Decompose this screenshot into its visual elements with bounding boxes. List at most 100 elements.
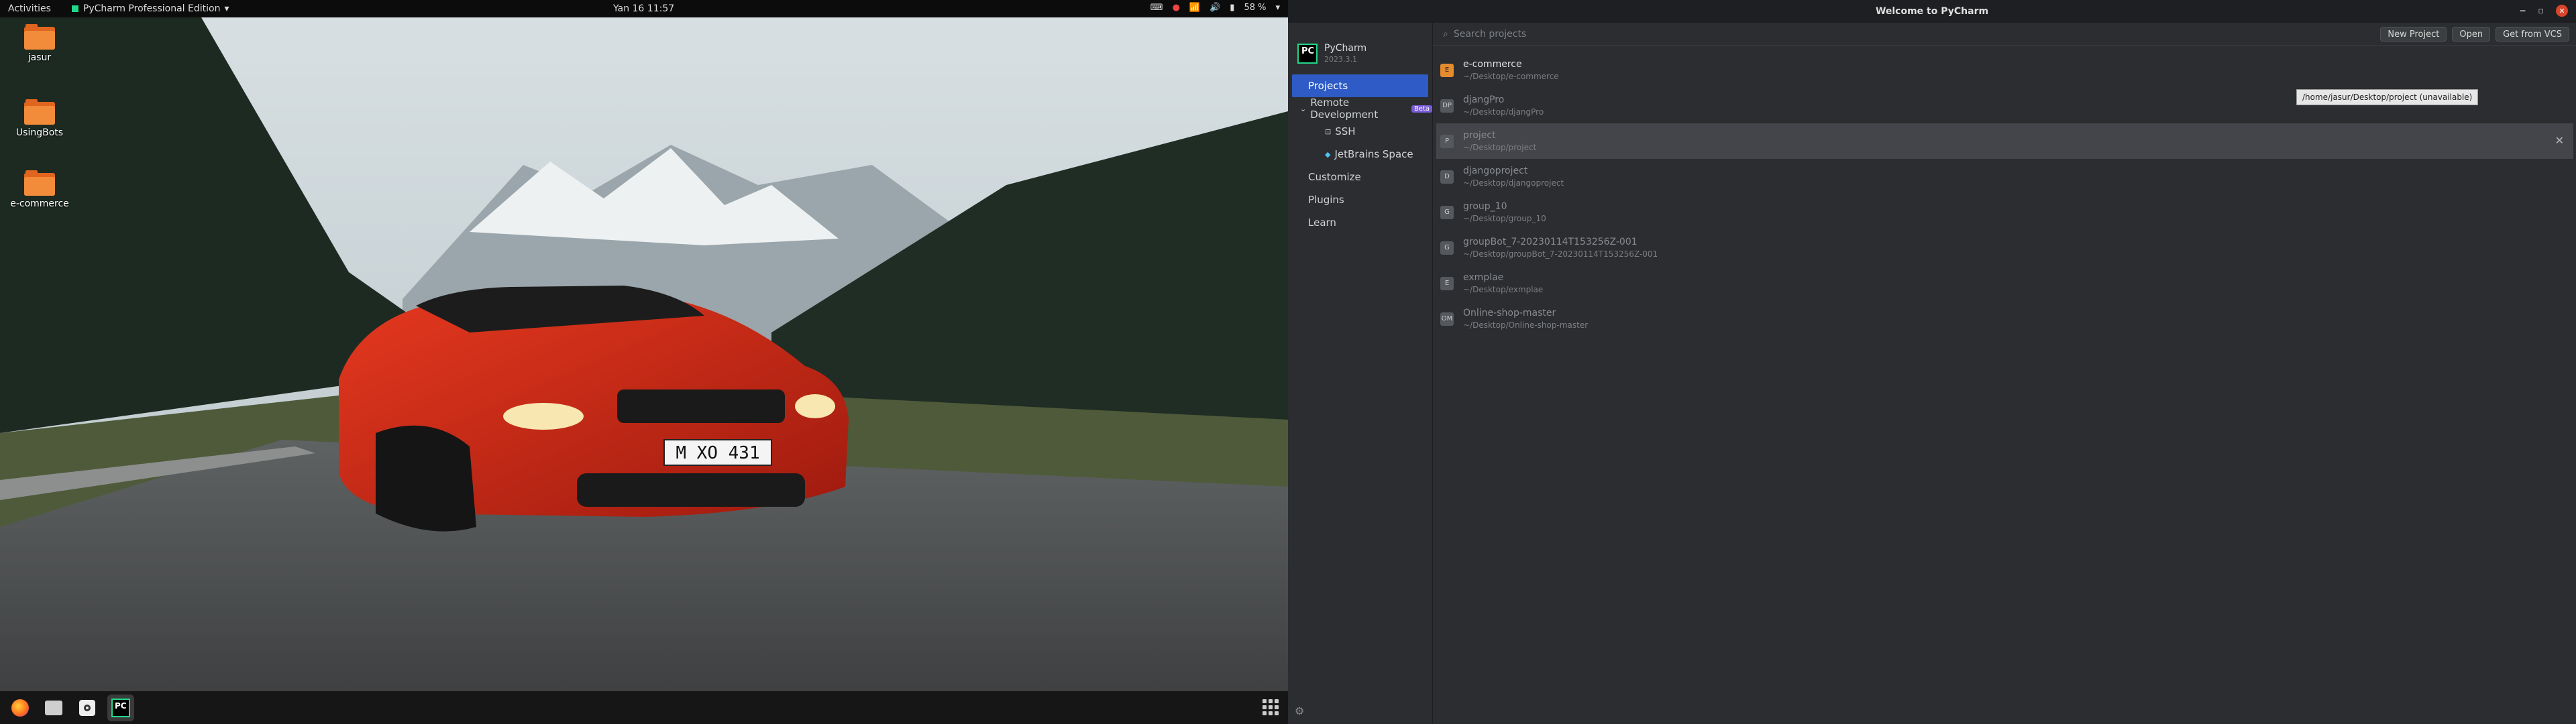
volume-icon: 🔊 — [1210, 3, 1221, 13]
sidebar-item-label: Remote Development — [1310, 97, 1379, 121]
folder-icon — [24, 23, 55, 50]
project-name: project — [1463, 130, 1496, 141]
sidebar-item-learn[interactable]: Learn — [1288, 211, 1432, 234]
desktop-icon-label: jasur — [28, 52, 52, 63]
list-item[interactable]: G group_10 ~/Desktop/group_10 — [1434, 194, 2576, 230]
files-icon — [45, 700, 62, 715]
pycharm-icon: PC — [111, 698, 130, 717]
list-item[interactable]: E e-commerce ~/Desktop/e-commerce — [1434, 52, 2576, 88]
project-name: e-commerce — [1463, 59, 1522, 70]
sidebar-item-projects[interactable]: Projects — [1292, 74, 1428, 97]
project-icon: DP — [1440, 99, 1454, 113]
beta-badge: Beta — [1411, 105, 1432, 113]
desktop-icon-jasur[interactable]: jasur — [9, 23, 70, 63]
sidebar-item-label: SSH — [1335, 125, 1356, 137]
sidebar-item-plugins[interactable]: Plugins — [1288, 188, 1432, 211]
project-path: ~/Desktop/djangPro — [1463, 107, 1544, 117]
minimize-icon[interactable]: ‒ — [2520, 6, 2526, 16]
project-name: Online-shop-master — [1463, 308, 1556, 318]
camera-icon — [79, 699, 95, 716]
project-icon: OM — [1440, 312, 1454, 326]
dock: PC — [0, 691, 1288, 724]
pycharm-icon — [70, 5, 79, 13]
sidebar-item-remote-development[interactable]: ⌄ Remote Development Beta — [1288, 97, 1432, 121]
ssh-icon: ⊡ — [1325, 127, 1332, 136]
desktop-wallpaper: M XO 431 jasur UsingBots e-commerce — [0, 17, 1288, 691]
brand-version: 2023.3.1 — [1324, 55, 1357, 64]
new-project-button[interactable]: New Project — [2380, 27, 2447, 42]
project-icon: P — [1440, 134, 1454, 148]
close-icon[interactable]: ✕ — [2556, 5, 2568, 17]
app-menu-label: PyCharm Professional Edition — [83, 3, 221, 14]
wifi-icon: 📶 — [1189, 3, 1201, 13]
firefox-icon — [11, 699, 29, 717]
folder-icon — [24, 169, 55, 196]
project-name: exmplae — [1463, 272, 1504, 283]
search-bar[interactable]: ⌕ Search projects New Project Open Get f… — [1434, 23, 2576, 46]
system-tray[interactable]: ⌨ ● 📶 🔊 ▮ 58 % ▾ — [1150, 3, 1280, 13]
tooltip: /home/jasur/Desktop/project (unavailable… — [2296, 89, 2479, 105]
desktop-icon-e-commerce[interactable]: e-commerce — [9, 169, 70, 209]
wallpaper-image: M XO 431 — [0, 17, 1288, 691]
dock-files[interactable] — [40, 695, 67, 721]
sidebar-item-label: Customize — [1308, 171, 1361, 183]
sidebar-item-label: Learn — [1308, 217, 1336, 229]
list-item[interactable]: OM Online-shop-master ~/Desktop/Online-sh… — [1434, 301, 2576, 337]
chevron-down-icon: ▾ — [1275, 3, 1280, 13]
project-icon: E — [1440, 276, 1454, 290]
license-plate-text: M XO 431 — [676, 443, 759, 463]
clock[interactable]: Yan 16 11:57 — [613, 3, 674, 14]
screen: Activities PyCharm Professional Edition … — [0, 0, 2576, 724]
desktop-icon-usingbots[interactable]: UsingBots — [9, 98, 70, 138]
sidebar-item-label: Projects — [1308, 80, 1348, 92]
battery-level: 58 % — [1244, 3, 1267, 13]
battery-icon: ▮ — [1230, 3, 1235, 13]
sidebar-item-label: Plugins — [1308, 194, 1344, 206]
keyboard-icon: ⌨ — [1150, 3, 1163, 13]
project-icon: G — [1440, 241, 1454, 255]
remove-project-icon[interactable]: ✕ — [2555, 134, 2564, 147]
project-path: ~/Desktop/groupBot_7-20230114T153256Z-00… — [1463, 249, 1658, 259]
open-button[interactable]: Open — [2452, 27, 2491, 42]
project-path: ~/Desktop/project — [1463, 143, 1537, 152]
desktop-icon-label: UsingBots — [15, 127, 64, 138]
app-menu[interactable]: PyCharm Professional Edition ▾ — [70, 3, 229, 14]
maximize-icon[interactable]: ▫ — [2538, 6, 2544, 16]
sidebar-item-ssh[interactable]: ⊡ SSH — [1288, 120, 1432, 143]
window-controls: ‒ ▫ ✕ — [2520, 5, 2568, 17]
window-title: Welcome to PyCharm — [1875, 6, 1989, 17]
sidebar-item-customize[interactable]: Customize — [1288, 166, 1432, 188]
window-titlebar[interactable]: Welcome to PyCharm ‒ ▫ ✕ — [1288, 0, 2576, 23]
project-path: ~/Desktop/e-commerce — [1463, 72, 1559, 81]
record-icon: ● — [1172, 3, 1180, 13]
activities-button[interactable]: Activities — [8, 3, 51, 14]
project-path: ~/Desktop/djangoproject — [1463, 178, 1564, 188]
welcome-sidebar: PC PyCharm 2023.3.1 Projects ⌄ Remote De… — [1288, 23, 1433, 724]
space-icon: ◆ — [1325, 149, 1331, 159]
project-icon: E — [1440, 63, 1454, 77]
dock-screenshot[interactable] — [74, 695, 101, 721]
project-path: ~/Desktop/group_10 — [1463, 214, 1546, 223]
top-bar: Activities PyCharm Professional Edition … — [0, 0, 1288, 17]
project-path: ~/Desktop/Online-shop-master — [1463, 320, 1589, 330]
pycharm-welcome-window: Welcome to PyCharm ‒ ▫ ✕ PC PyCharm 2023… — [1288, 0, 2576, 724]
sidebar-item-label: JetBrains Space — [1334, 148, 1413, 160]
list-item[interactable]: P project ~/Desktop/project ✕ — [1436, 123, 2573, 159]
folder-icon — [24, 98, 55, 125]
toolbar: New Project Open Get from VCS — [2380, 23, 2569, 46]
list-item[interactable]: E exmplae ~/Desktop/exmplae — [1434, 265, 2576, 301]
sidebar-item-jetbrains-space[interactable]: ◆ JetBrains Space — [1288, 143, 1432, 166]
dock-firefox[interactable] — [7, 695, 34, 721]
get-from-vcs-button[interactable]: Get from VCS — [2496, 27, 2569, 42]
pycharm-logo-icon: PC — [1297, 43, 1318, 64]
list-item[interactable]: G groupBot_7-20230114T153256Z-001 ~/Deskt… — [1434, 230, 2576, 265]
chevron-down-icon: ▾ — [224, 3, 229, 14]
brand-name: PyCharm — [1324, 43, 1367, 54]
project-name: group_10 — [1463, 201, 1507, 212]
gear-icon[interactable]: ⚙ — [1295, 705, 1304, 717]
list-item[interactable]: D djangoproject ~/Desktop/djangoproject — [1434, 159, 2576, 194]
show-apps-button[interactable] — [1263, 699, 1279, 715]
dock-pycharm[interactable]: PC — [107, 694, 134, 721]
chevron-down-icon: ⌄ — [1300, 104, 1307, 113]
search-input[interactable]: Search projects — [1454, 29, 1526, 40]
